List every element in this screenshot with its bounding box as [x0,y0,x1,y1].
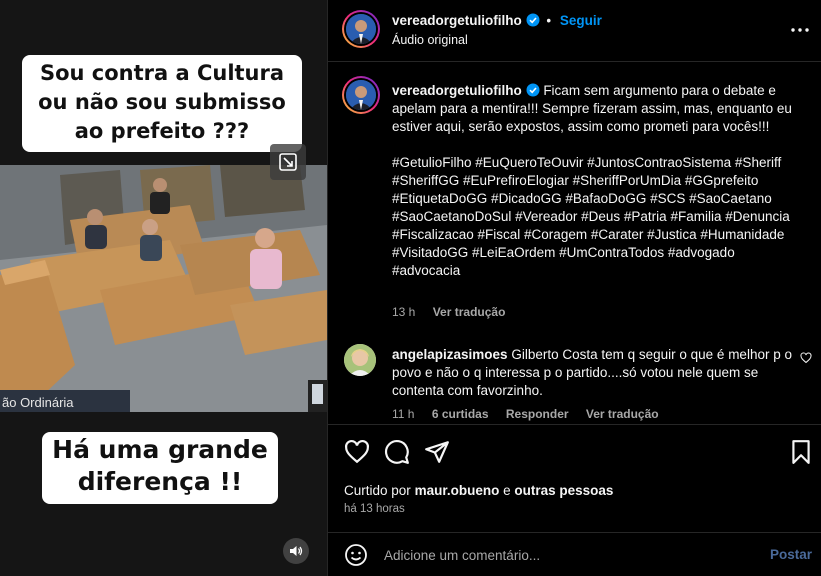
share-send-icon[interactable] [424,439,450,465]
council-chamber-image: ão Ordinária [0,165,327,412]
commenter-username[interactable]: angelapizasimoes [392,347,508,362]
reply-button[interactable]: Responder [506,407,569,421]
caption-username[interactable]: vereadorgetuliofilho [392,83,522,98]
post-actions: Curtido por maur.obueno e outras pessoas… [328,424,821,524]
expand-button[interactable] [270,144,306,180]
verified-badge-icon [526,13,540,27]
commenter-avatar[interactable] [344,344,376,376]
post-caption: vereadorgetuliofilho Ficam sem argumento… [392,82,806,280]
author-username[interactable]: vereadorgetuliofilho [392,13,522,28]
save-bookmark-icon[interactable] [788,439,814,465]
post-comment-button[interactable]: Postar [770,547,812,562]
more-icon [791,28,809,32]
liked-and: e [503,483,511,498]
caption-time[interactable]: 13 h [392,305,415,319]
more-options-button[interactable] [788,18,812,42]
follow-button[interactable]: Seguir [560,13,602,28]
video-caption-top: Sou contra a Cultura ou não sou submisso… [22,55,302,152]
comment-like-icon[interactable] [800,352,812,364]
liked-prefix: Curtido por [344,483,411,498]
comment-translate-link[interactable]: Ver tradução [586,407,659,421]
liked-by-text: Curtido por maur.obueno e outras pessoas [344,483,613,498]
emoji-icon[interactable] [344,543,368,567]
video-overlay-text: ão Ordinária [2,395,74,410]
caption-meta: 13 h Ver tradução [392,305,519,319]
comment-body: angelapizasimoes Gilberto Costa tem q se… [392,346,792,400]
header-title-row: vereadorgetuliofilho • Seguir [392,13,602,28]
post-media[interactable]: Sou contra a Cultura ou não sou submisso… [0,0,327,576]
caption-avatar[interactable] [342,76,380,114]
audio-toggle-button[interactable] [283,538,309,564]
original-audio-link[interactable]: Áudio original [392,33,468,47]
comment-meta: 11 h 6 curtidas Responder Ver tradução [392,407,673,421]
comments-section[interactable]: vereadorgetuliofilho Ficam sem argumento… [328,62,821,424]
comment-icon[interactable] [384,439,410,465]
like-heart-icon[interactable] [344,439,370,465]
add-comment-bar: Postar [328,532,821,576]
video-caption-bottom: Há uma grande diferença !! [42,432,278,504]
caption-translate-link[interactable]: Ver tradução [433,305,506,319]
post-header: vereadorgetuliofilho • Seguir Áudio orig… [328,0,821,62]
author-avatar[interactable] [342,10,380,48]
comment-time[interactable]: 11 h [392,407,414,421]
comment-input[interactable] [384,543,744,567]
expand-icon [279,153,297,171]
caption-hashtags[interactable]: #GetulioFilho #EuQueroTeOuvir #JuntosCon… [392,154,806,280]
separator-dot: • [546,13,552,28]
liked-user-link[interactable]: maur.obueno [415,483,500,498]
speaker-icon [290,546,303,556]
liked-others-link[interactable]: outras pessoas [514,483,613,498]
video-frame[interactable]: ão Ordinária [0,165,327,412]
post-panel: vereadorgetuliofilho • Seguir Áudio orig… [327,0,821,576]
verified-badge-icon [526,83,540,97]
comment-likes-count[interactable]: 6 curtidas [432,407,489,421]
post-timestamp[interactable]: há 13 horas [344,503,405,515]
